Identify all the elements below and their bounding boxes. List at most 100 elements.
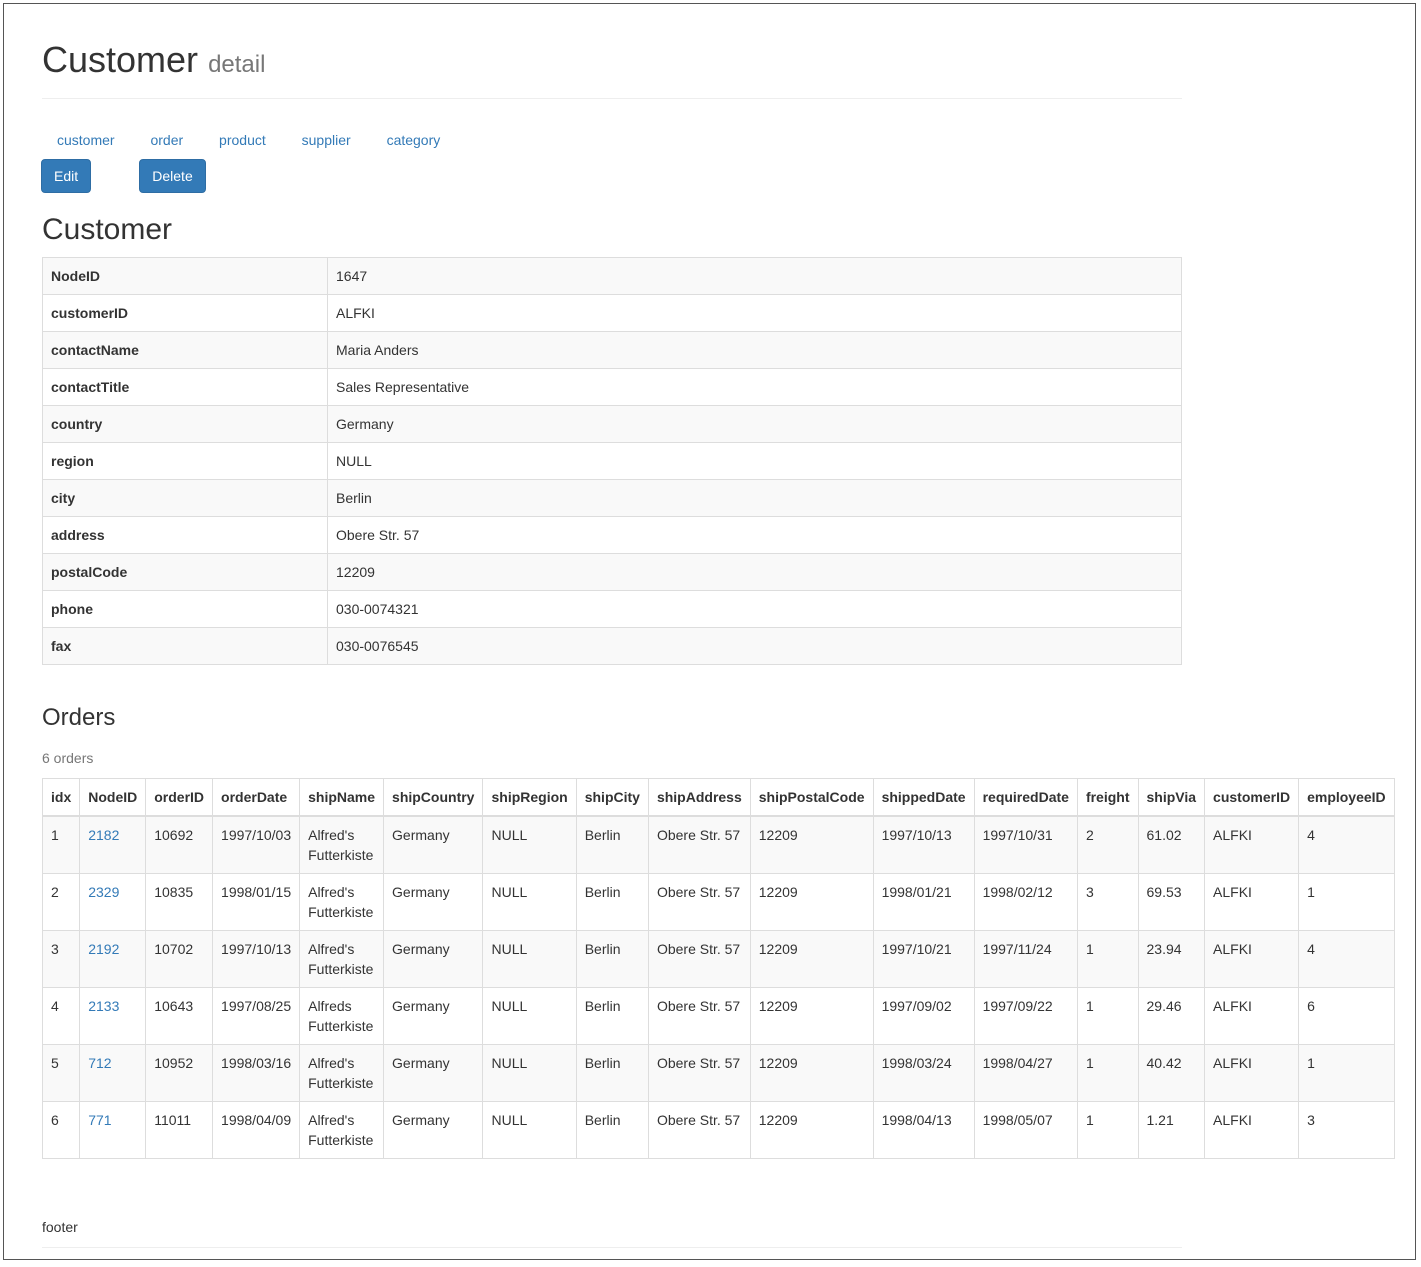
table-cell: 29.46 (1137, 987, 1206, 1045)
table-cell: 1997/08/25 (212, 987, 301, 1045)
table-cell: Berlin (575, 1101, 649, 1159)
table-cell: 1997/10/13 (212, 930, 301, 988)
table-cell: 1997/10/13 (872, 815, 975, 874)
table-cell: 12209 (749, 930, 874, 988)
table-cell: 712 (79, 1044, 147, 1102)
detail-value: 030-0076545 (327, 627, 1182, 665)
table-cell: NULL (482, 930, 577, 988)
table-cell: Germany (383, 930, 484, 988)
detail-key: region (42, 442, 328, 480)
order-node-link[interactable]: 2329 (88, 884, 119, 900)
table-cell: NULL (482, 987, 577, 1045)
detail-key: postalCode (42, 553, 328, 591)
table-cell: Alfreds Futterkiste (299, 987, 385, 1045)
table-cell: 1998/04/27 (973, 1044, 1078, 1102)
table-cell: 1997/10/31 (973, 815, 1078, 874)
page-title-text: Customer (42, 39, 199, 80)
table-row: 5 712 10952 1998/03/16 Alfred's Futterkiste G… (41, 1044, 1395, 1102)
detail-row: contactTitle Sales Representative (42, 368, 1182, 406)
table-cell: 1 (1076, 1101, 1139, 1159)
table-cell: Alfred's Futterkiste (299, 873, 385, 931)
table-cell: Alfred's Futterkiste (299, 815, 385, 874)
orders-table: idx NodeID orderID orderDate shipName shipCou… (41, 778, 1395, 1159)
nav-link-product[interactable]: product (204, 128, 281, 152)
nav-link-category[interactable]: category (372, 128, 456, 152)
column-header-shipregion: shipRegion (482, 778, 577, 817)
column-header-idx: idx (41, 778, 81, 817)
table-cell: Obere Str. 57 (647, 1101, 751, 1159)
table-cell: 6 (1298, 987, 1395, 1045)
table-cell: 1998/03/16 (212, 1044, 301, 1102)
table-cell: 6 (41, 1101, 81, 1159)
nav-link-supplier[interactable]: supplier (287, 128, 366, 152)
table-cell: 10702 (145, 930, 214, 988)
table-cell: 2133 (79, 987, 147, 1045)
table-cell: 1.21 (1137, 1101, 1206, 1159)
table-cell: ALFKI (1204, 1101, 1300, 1159)
table-cell: 69.53 (1137, 873, 1206, 931)
column-header-nodeid: NodeID (79, 778, 147, 817)
table-cell: 1998/04/13 (872, 1101, 975, 1159)
table-cell: 3 (1298, 1101, 1395, 1159)
order-node-link[interactable]: 2192 (88, 941, 119, 957)
table-cell: 61.02 (1137, 815, 1206, 874)
detail-value: ALFKI (327, 294, 1182, 332)
order-node-link[interactable]: 771 (88, 1112, 111, 1128)
table-cell: 5 (41, 1044, 81, 1102)
table-cell: 1998/04/09 (212, 1101, 301, 1159)
detail-key: contactTitle (42, 368, 328, 406)
table-cell: 23.94 (1137, 930, 1206, 988)
page-subtitle: detail (208, 51, 266, 78)
detail-value: Obere Str. 57 (327, 516, 1182, 554)
table-cell: 3 (41, 930, 81, 988)
table-cell: 4 (41, 987, 81, 1045)
detail-value: Berlin (327, 479, 1182, 517)
table-cell: Obere Str. 57 (647, 815, 751, 874)
detail-value: NULL (327, 442, 1182, 480)
detail-row: postalCode 12209 (42, 553, 1182, 591)
page-title: Customer detail (42, 40, 1182, 80)
customer-section-title: Customer (42, 213, 173, 246)
order-node-link[interactable]: 2182 (88, 827, 119, 843)
table-cell: 12209 (749, 987, 874, 1045)
detail-key: country (42, 405, 328, 443)
nav-link-order[interactable]: order (135, 128, 198, 152)
orders-count: 6 orders (42, 750, 94, 766)
order-node-link[interactable]: 2133 (88, 998, 119, 1014)
detail-key: address (42, 516, 328, 554)
table-cell: ALFKI (1204, 1044, 1300, 1102)
table-row: 4 2133 10643 1997/08/25 Alfreds Futterkiste G… (41, 987, 1395, 1045)
detail-row: contactName Maria Anders (42, 331, 1182, 369)
table-cell: 771 (79, 1101, 147, 1159)
detail-key: phone (42, 590, 328, 628)
nav-links: customer order product supplier category (42, 128, 457, 152)
table-cell: 1997/09/02 (872, 987, 975, 1045)
table-cell: Obere Str. 57 (647, 987, 751, 1045)
edit-button[interactable]: Edit (41, 159, 91, 193)
detail-row: address Obere Str. 57 (42, 516, 1182, 554)
nav-link-customer[interactable]: customer (42, 128, 130, 152)
table-cell: ALFKI (1204, 815, 1300, 874)
table-cell: 1998/01/21 (872, 873, 975, 931)
table-cell: NULL (482, 1044, 577, 1102)
table-cell: 3 (1076, 873, 1139, 931)
table-cell: 1998/01/15 (212, 873, 301, 931)
table-cell: 10952 (145, 1044, 214, 1102)
table-cell: 4 (1298, 815, 1395, 874)
table-cell: 2 (41, 873, 81, 931)
order-node-link[interactable]: 712 (88, 1055, 111, 1071)
orders-header-row: idx NodeID orderID orderDate shipName shipCou… (41, 778, 1395, 817)
table-cell: 1 (1076, 930, 1139, 988)
column-header-shipcountry: shipCountry (383, 778, 484, 817)
table-cell: 1997/11/24 (973, 930, 1078, 988)
table-row: 2 2329 10835 1998/01/15 Alfred's Futterkiste… (41, 873, 1395, 931)
table-cell: Obere Str. 57 (647, 1044, 751, 1102)
delete-button[interactable]: Delete (139, 159, 206, 193)
table-row: 1 2182 10692 1997/10/03 Alfred's Futterkiste… (41, 815, 1395, 874)
table-cell: 1997/09/22 (973, 987, 1078, 1045)
table-cell: 10835 (145, 873, 214, 931)
detail-value: Maria Anders (327, 331, 1182, 369)
footer: footer (42, 1219, 1182, 1248)
table-cell: NULL (482, 1101, 577, 1159)
detail-row: region NULL (42, 442, 1182, 480)
